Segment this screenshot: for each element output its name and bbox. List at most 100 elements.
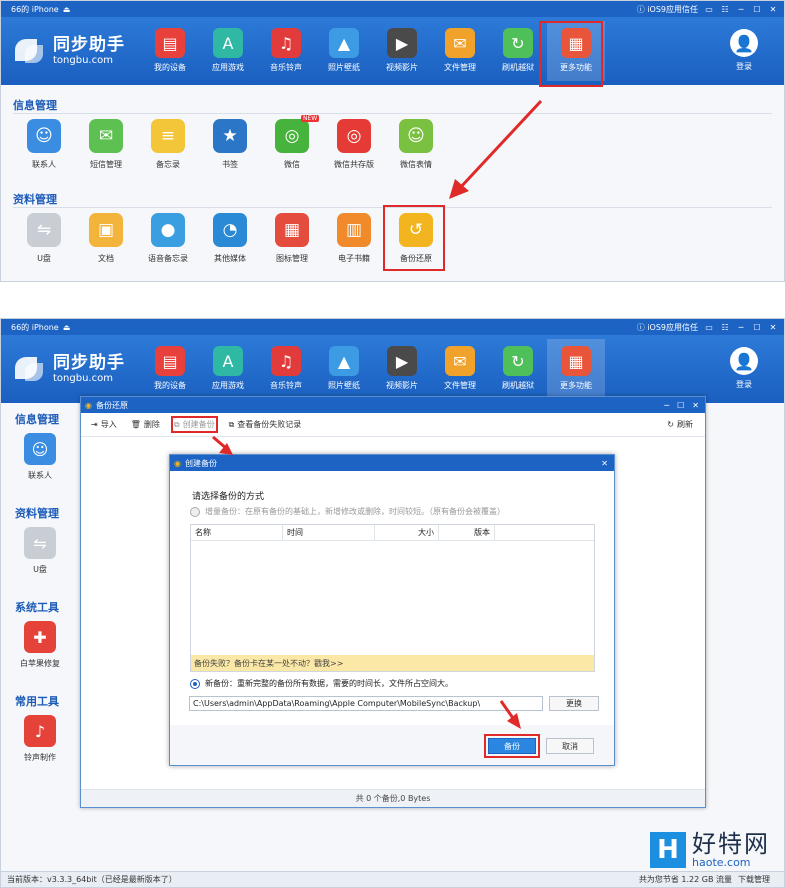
create-backup-button[interactable]: ⧉ 创建备份 <box>170 416 218 433</box>
login-button[interactable]: 👤 登录 <box>730 29 758 72</box>
trash-icon: 🗑 <box>130 420 141 429</box>
nav-video[interactable]: ▶ 视频影片 <box>373 21 431 81</box>
sidebar-item-bell[interactable]: ♪ 铃声制作 <box>9 715 71 763</box>
nav-app-store[interactable]: A 应用游戏 <box>199 339 257 399</box>
dialog-toolbar: ⇥ 导入 🗑 删除 ⧉ 创建备份 ⧉ 查看备份失败记录 ↻ 刷新 <box>81 413 705 437</box>
minimize-icon[interactable]: ─ <box>736 323 746 332</box>
column-header[interactable]: 大小 <box>375 525 439 540</box>
cancel-button[interactable]: 取消 <box>546 738 594 754</box>
feature-document[interactable]: ▣ 文档 <box>75 213 137 264</box>
radio-button[interactable] <box>190 678 200 689</box>
new-backup-option[interactable]: 新备份：重新完整的备份所有数据，需要的时间长，文件所占空间大。 <box>190 678 453 689</box>
skin-icon[interactable]: ▭ <box>704 323 714 332</box>
music-icon: ♫ <box>271 28 301 58</box>
maximize-icon[interactable]: ☐ <box>677 401 684 410</box>
apple-repair-icon: ✚ <box>24 621 56 653</box>
title-bar: 66的 iPhone ⏏ ⓘ iOS9应用信任 ▭ ☷ ─ ☐ ✕ <box>1 319 784 335</box>
menu-icon[interactable]: ☷ <box>720 323 730 332</box>
feature-contacts[interactable]: ☺ 联系人 <box>13 119 75 170</box>
sidebar-item-apple-repair[interactable]: ✚ 白苹果修复 <box>9 621 71 669</box>
feature-sms[interactable]: ✉ 短信管理 <box>75 119 137 170</box>
sms-icon: ✉ <box>89 119 123 153</box>
login-button[interactable]: 👤 登录 <box>730 347 758 390</box>
feature-media[interactable]: ◔ 其他媒体 <box>199 213 261 264</box>
nav-store[interactable]: ▤ 我的设备 <box>141 339 199 399</box>
app-store-icon: A <box>213 346 243 376</box>
icon-manage-icon: ▦ <box>275 213 309 247</box>
sidebar: 信息管理 ☺ 联系人 资料管理 ⇋ U盘 系统工具 ✚ 白苹果修复 常用工具 ♪ 铃声制作 <box>1 403 79 871</box>
close-icon[interactable]: ✕ <box>601 459 608 468</box>
incremental-backup-option[interactable]: 增量备份：在原有备份的基础上，新增修改或删除，时间较短。（原有备份会被覆盖） <box>190 506 505 517</box>
sidebar-section-title: 信息管理 <box>15 413 59 426</box>
column-header[interactable]: 时间 <box>283 525 375 540</box>
feature-icon-manage[interactable]: ▦ 图标管理 <box>261 213 323 264</box>
dialog-body: 请选择备份的方式 增量备份：在原有备份的基础上，新增修改或删除，时间较短。（原有… <box>170 471 614 725</box>
radio-button[interactable] <box>190 506 200 517</box>
status-bar: 当前版本：v3.3.3_64bit（已经是最新版本了） 共为您节省 1.22 G… <box>1 871 784 887</box>
ios9-trust-link[interactable]: ⓘ iOS9应用信任 <box>637 322 698 333</box>
more-icon: ▦ <box>561 346 591 376</box>
close-icon[interactable]: ✕ <box>768 323 778 332</box>
nav-store[interactable]: ▤ 我的设备 <box>141 21 199 81</box>
nav-music[interactable]: ♫ 音乐铃声 <box>257 21 315 81</box>
download-manager-button[interactable]: 下载管理 <box>738 874 770 885</box>
feature-usb-disk[interactable]: ⇋ U盘 <box>13 213 75 264</box>
ebook-icon: ▥ <box>337 213 371 247</box>
feature-label: 电子书籍 <box>338 254 370 263</box>
change-path-button[interactable]: 更换 <box>549 696 599 711</box>
wechat-coexist-icon: ◎ <box>337 119 371 153</box>
nav-photo[interactable]: ▲ 照片壁纸 <box>315 339 373 399</box>
view-fail-log-button[interactable]: ⧉ 查看备份失败记录 <box>229 419 302 430</box>
nav-jailbreak[interactable]: ↻ 刷机越狱 <box>489 339 547 399</box>
watermark-cn: 好特网 <box>692 829 770 858</box>
device-selector[interactable]: 66的 iPhone ⏏ <box>7 322 70 333</box>
delete-button[interactable]: 🗑 删除 <box>131 419 160 430</box>
contacts-icon: ☺ <box>27 119 61 153</box>
feature-wechat-coexist[interactable]: ◎ 微信共存版 <box>323 119 385 170</box>
nav-music[interactable]: ♫ 音乐铃声 <box>257 339 315 399</box>
bookmark-icon: ★ <box>213 119 247 153</box>
feature-bookmark[interactable]: ★ 书签 <box>199 119 261 170</box>
column-filler <box>495 525 594 540</box>
backup-button[interactable]: 备份 <box>484 734 540 758</box>
column-header[interactable]: 版本 <box>439 525 495 540</box>
feature-wechat[interactable]: ◎ NEW 微信 <box>261 115 323 170</box>
minimize-icon[interactable]: ─ <box>736 5 746 14</box>
nav-video[interactable]: ▶ 视频影片 <box>373 339 431 399</box>
nav-label: 照片壁纸 <box>328 381 360 390</box>
feature-voice-memo[interactable]: ● 语音备忘录 <box>137 213 199 264</box>
refresh-button[interactable]: ↻ 刷新 <box>667 419 693 430</box>
backup-path-input[interactable] <box>189 696 543 711</box>
highlight-box <box>539 21 603 87</box>
feature-wechat-emoji[interactable]: ☺ 微信表情 <box>385 119 447 170</box>
import-button[interactable]: ⇥ 导入 <box>91 419 117 430</box>
ios9-trust-link[interactable]: ⓘ iOS9应用信任 <box>637 4 698 15</box>
logo-cn: 同步助手 <box>53 35 125 56</box>
close-icon[interactable]: ✕ <box>768 5 778 14</box>
dialog-actions: 备份 取消 <box>484 734 594 758</box>
user-icon: 👤 <box>730 347 758 375</box>
device-selector[interactable]: 66的 iPhone ⏏ <box>7 4 70 15</box>
sidebar-item-contacts[interactable]: ☺ 联系人 <box>9 433 71 481</box>
nav-folder[interactable]: ✉ 文件管理 <box>431 339 489 399</box>
feature-notes[interactable]: ≡ 备忘录 <box>137 119 199 170</box>
nav-app-store[interactable]: A 应用游戏 <box>199 21 257 81</box>
close-icon[interactable]: ✕ <box>692 401 699 410</box>
column-header[interactable]: 名称 <box>191 525 283 540</box>
minimize-icon[interactable]: ─ <box>664 401 669 410</box>
nav-photo[interactable]: ▲ 照片壁纸 <box>315 21 373 81</box>
divider <box>13 113 772 114</box>
skin-icon[interactable]: ▭ <box>704 5 714 14</box>
menu-icon[interactable]: ☷ <box>720 5 730 14</box>
video-icon: ▶ <box>387 346 417 376</box>
feature-ebook[interactable]: ▥ 电子书籍 <box>323 213 385 264</box>
dialog-title: 备份还原 <box>95 400 128 410</box>
nav-folder[interactable]: ✉ 文件管理 <box>431 21 489 81</box>
maximize-icon[interactable]: ☐ <box>752 5 762 14</box>
sidebar-item-usb-disk[interactable]: ⇋ U盘 <box>9 527 71 575</box>
backup-fail-link[interactable]: 备份失败？备份卡在某一处不动？戳我>> <box>191 655 594 671</box>
maximize-icon[interactable]: ☐ <box>752 323 762 332</box>
log-icon: ⧉ <box>228 419 235 429</box>
copy-icon: ⧉ <box>173 419 180 429</box>
nav-more[interactable]: ▦ 更多功能 <box>547 339 605 399</box>
